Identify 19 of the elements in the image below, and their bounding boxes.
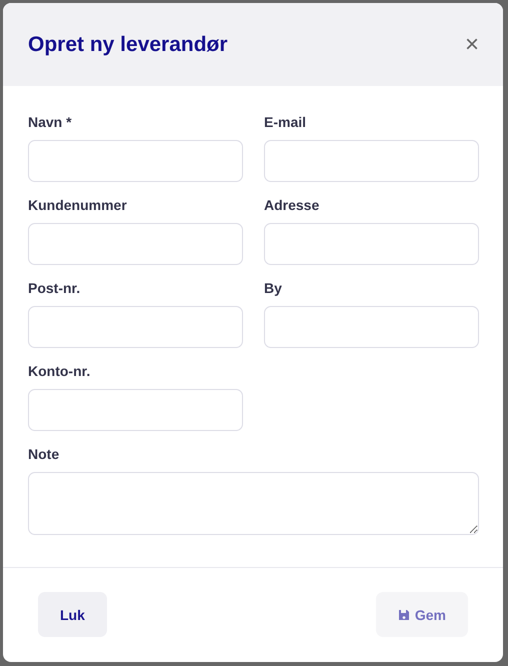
dialog-title: Opret ny leverandør xyxy=(28,32,228,56)
field-label: Note xyxy=(28,446,60,462)
field-label: Navn * xyxy=(28,114,73,130)
field-label: Konto-nr. xyxy=(28,363,92,379)
input-field[interactable] xyxy=(264,306,479,348)
note-field[interactable] xyxy=(28,472,479,535)
field-label: E-mail xyxy=(264,114,308,130)
field-label: Adresse xyxy=(264,197,320,213)
field-label: Kundenummer xyxy=(28,197,128,213)
field-label: By xyxy=(264,280,283,296)
field-label: Post-nr. xyxy=(28,280,82,296)
close-button[interactable]: × xyxy=(460,32,483,56)
input-field[interactable] xyxy=(28,389,243,431)
input-field[interactable] xyxy=(264,223,479,265)
input-field[interactable] xyxy=(28,306,243,348)
input-field[interactable] xyxy=(28,140,243,182)
close-dialog-button[interactable]: Luk xyxy=(38,592,107,637)
input-field[interactable] xyxy=(264,140,479,182)
input-field[interactable] xyxy=(28,223,243,265)
